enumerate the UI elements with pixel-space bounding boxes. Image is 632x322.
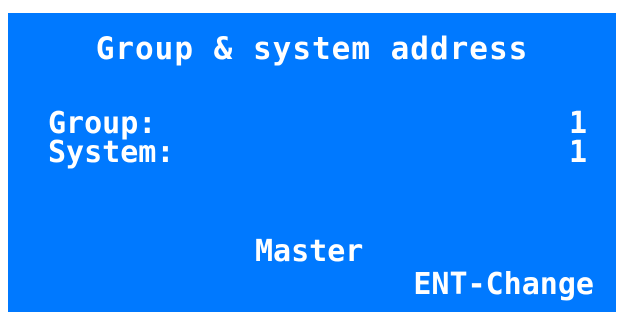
mode-status: Master [255, 234, 364, 269]
lcd-screen: Group & system address Group: 1 System: … [8, 13, 616, 312]
system-address-row: System: 1 [48, 138, 587, 168]
enter-change-hint[interactable]: ENT-Change [413, 269, 594, 301]
system-value: 1 [568, 135, 587, 170]
system-label: System: [48, 135, 175, 170]
screen-title: Group & system address [95, 31, 529, 67]
